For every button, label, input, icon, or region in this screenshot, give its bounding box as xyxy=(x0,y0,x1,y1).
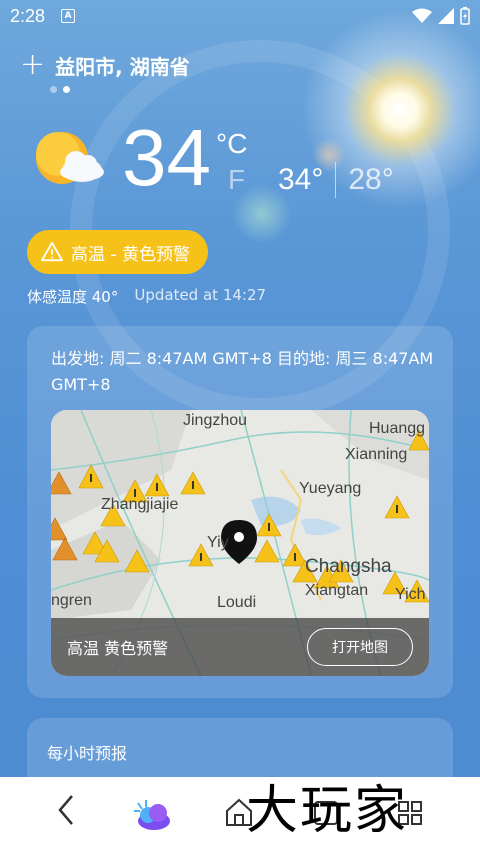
hourly-title: 每小时预报 xyxy=(47,744,128,763)
map-label: Huangg xyxy=(369,420,426,437)
map-alert-text: 高温 黄色预警 xyxy=(67,639,169,658)
watermark: 大玩家 xyxy=(246,781,409,841)
page-dot[interactable] xyxy=(50,86,57,93)
status-bar: 2:28 A xyxy=(0,0,480,32)
divider xyxy=(335,162,337,198)
map-label: Yiy xyxy=(207,534,229,551)
weather-alert-badge[interactable]: 高温 - 黄色预警 xyxy=(27,230,208,274)
map-label: Xiangtan xyxy=(305,582,369,599)
feels-like: 体感温度 40° xyxy=(27,288,119,306)
updated-time: Updated at 14:27 xyxy=(134,286,267,304)
map-label: Jingzhou xyxy=(183,412,248,429)
high-temp: 34° xyxy=(278,163,324,196)
map-label: Changsha xyxy=(305,556,392,577)
high-low: 34° 28° xyxy=(278,162,394,198)
map-label: ngren xyxy=(51,592,92,609)
low-temp: 28° xyxy=(348,163,394,196)
alert-label: 高温 - 黄色预警 xyxy=(71,244,190,265)
page-dot-active[interactable] xyxy=(63,86,70,93)
app-weather-icon[interactable] xyxy=(132,799,172,831)
page-indicator xyxy=(50,86,70,93)
alert-card: 出发地: 周二 8:47AM GMT+8 目的地: 周三 8:47AM GMT+… xyxy=(27,326,453,698)
map-label: Zhangjiajie xyxy=(101,496,179,513)
open-map-button[interactable]: 打开地图 xyxy=(307,628,413,666)
current-temperature: 34 xyxy=(122,113,211,202)
add-location-icon[interactable]: + xyxy=(20,50,45,80)
map-label: Yueyang xyxy=(299,480,362,497)
unit-celsius[interactable]: °C xyxy=(216,128,247,160)
sun-cloud-icon xyxy=(36,132,104,184)
unit-fahrenheit[interactable]: F xyxy=(228,164,245,196)
status-time: 2:28 xyxy=(10,5,46,26)
alert-details: 出发地: 周二 8:47AM GMT+8 目的地: 周三 8:47AM GMT+… xyxy=(51,349,434,394)
location-header: + 益阳市, 湖南省 xyxy=(20,50,190,80)
map-label: Loudi xyxy=(217,594,257,611)
signal-icon xyxy=(438,8,454,24)
feels-like-row: 体感温度 40° Updated at 14:27 xyxy=(27,286,266,307)
map-label: Xianning xyxy=(345,446,408,463)
back-icon[interactable] xyxy=(56,793,76,827)
battery-icon xyxy=(460,7,470,25)
location-name[interactable]: 益阳市, 湖南省 xyxy=(55,51,190,80)
status-icons xyxy=(412,7,470,25)
map-footer: 高温 黄色预警 打开地图 xyxy=(51,618,429,676)
a-icon: A xyxy=(61,9,76,23)
wifi-icon xyxy=(412,8,432,23)
map-label: Yich xyxy=(395,586,426,603)
alert-map[interactable]: Jingzhou Huangg Xianning Zhangjiajie Yue… xyxy=(51,410,429,676)
warning-icon xyxy=(41,241,63,262)
